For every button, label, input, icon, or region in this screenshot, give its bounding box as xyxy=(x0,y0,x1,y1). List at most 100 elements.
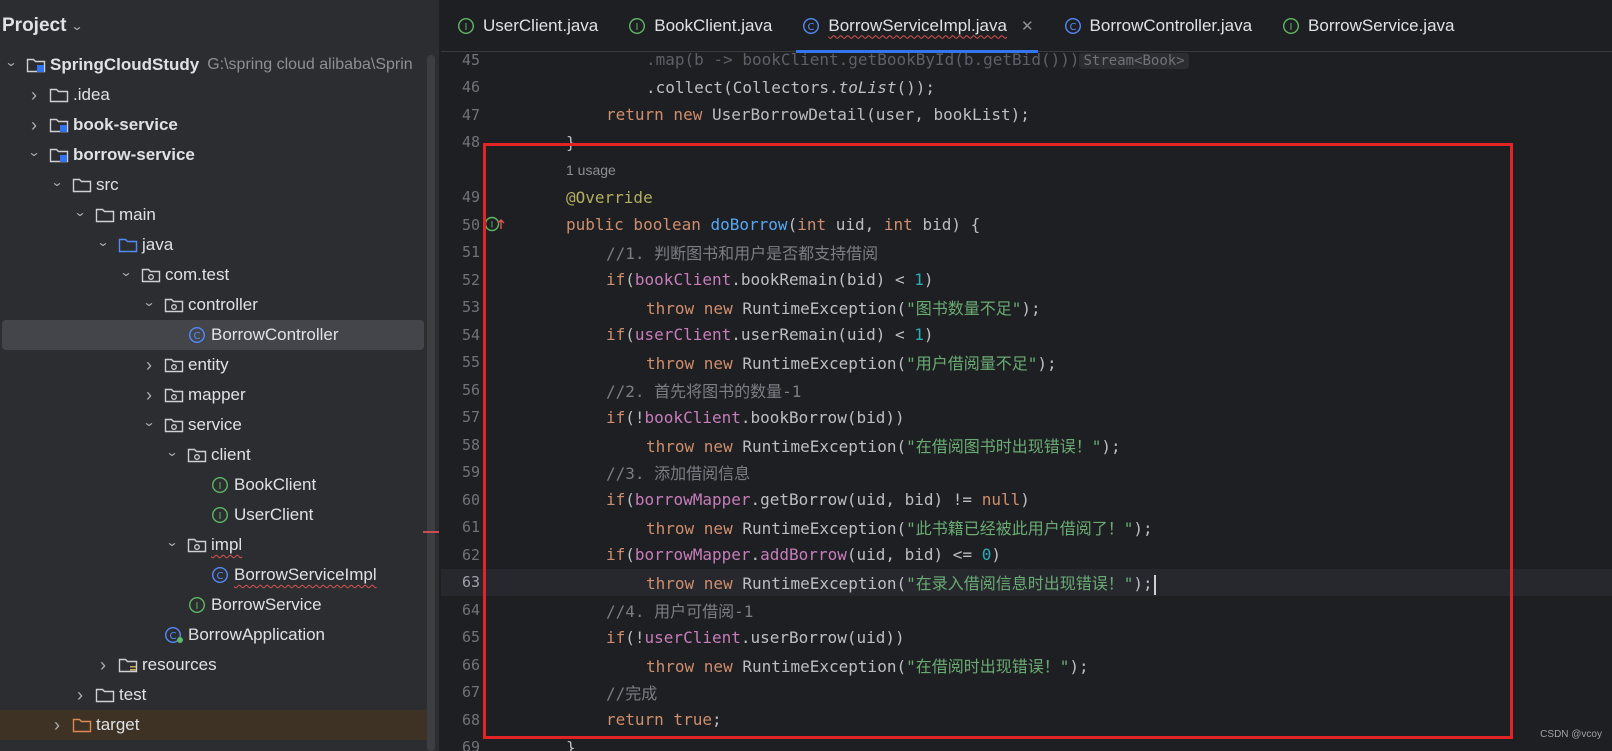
code-line[interactable]: 63 throw new RuntimeException("在录入借阅信息时出现… xyxy=(441,568,1612,596)
line-number: 49 xyxy=(461,188,480,207)
code-token: doBorrow xyxy=(710,215,788,235)
chevron-down-icon[interactable]: ⌄ xyxy=(163,535,181,549)
chevron-right-icon[interactable]: › xyxy=(142,355,156,376)
code-line[interactable]: 48} xyxy=(441,129,1612,157)
tree-item-userclient[interactable]: I UserClient xyxy=(0,500,430,530)
line-number: 47 xyxy=(461,105,480,124)
tree-item-borrowserviceimpl[interactable]: C BorrowServiceImpl xyxy=(0,560,430,590)
tree-item-controller[interactable]: ⌄ controller xyxy=(0,290,430,320)
code-line[interactable]: 64 //4. 用户可借阅-1 xyxy=(441,596,1612,624)
chevron-down-icon[interactable]: ⌄ xyxy=(71,205,89,219)
code-line[interactable]: 58 throw new RuntimeException("在借阅图书时出现错误… xyxy=(441,431,1612,459)
code-token: UserBorrowDetail(user, bookList); xyxy=(711,105,1030,125)
chevron-right-icon[interactable]: › xyxy=(73,685,87,706)
tree-item-borrowcontroller[interactable]: C BorrowController xyxy=(2,320,424,350)
code-line[interactable]: 51 //1. 判断图书和用户是否都支持借阅 xyxy=(441,239,1612,267)
chevron-right-icon[interactable]: › xyxy=(142,385,156,406)
tree-item-src[interactable]: ⌄ src xyxy=(0,170,430,200)
tab-borrowservice[interactable]: I BorrowService.java xyxy=(1266,0,1468,52)
tab-userclient[interactable]: I UserClient.java xyxy=(441,0,612,52)
tab-bookclient[interactable]: I BookClient.java xyxy=(612,0,786,52)
code-line[interactable]: 47 return new UserBorrowDetail(user, book… xyxy=(441,101,1612,129)
chevron-down-icon[interactable]: ⌄ xyxy=(25,145,43,159)
tree-item-idea[interactable]: › .idea xyxy=(0,80,430,110)
tree-item-impl[interactable]: ⌄ impl xyxy=(0,530,430,560)
tree-item-book-service[interactable]: › book-service xyxy=(0,110,430,140)
project-scrollbar[interactable] xyxy=(427,55,435,751)
chevron-right-icon[interactable]: › xyxy=(27,115,41,136)
code-line[interactable]: 54 if(userClient.userRemain(uid) < 1) xyxy=(441,321,1612,349)
chevron-down-icon[interactable]: ⌄ xyxy=(140,295,158,309)
package-icon xyxy=(164,416,184,434)
implements-icon[interactable]: I xyxy=(484,215,505,233)
tree-item-label: BookClient xyxy=(234,475,317,494)
tree-item-borrow-service[interactable]: ⌄ borrow-service xyxy=(0,140,430,170)
chevron-right-icon[interactable]: › xyxy=(27,85,41,106)
code-line[interactable]: 52 if(bookClient.bookRemain(bid) < 1) xyxy=(441,266,1612,294)
code-token: ); xyxy=(1021,299,1041,319)
gutter xyxy=(480,46,496,74)
chevron-right-icon[interactable]: › xyxy=(50,715,64,736)
tree-item-label: client xyxy=(211,445,251,464)
code-line[interactable]: 67 //完成 xyxy=(441,679,1612,707)
usage-hint[interactable]: 1 usage xyxy=(566,162,616,178)
tree-item-client[interactable]: ⌄ client xyxy=(0,440,430,470)
code-line[interactable]: 50 Ipublic boolean doBorrow(int uid, int … xyxy=(441,211,1612,239)
chevron-down-icon[interactable]: ⌄ xyxy=(48,175,66,189)
interface-icon: I xyxy=(457,17,475,35)
code-token: int xyxy=(883,215,923,235)
code-line[interactable]: 53 throw new RuntimeException("图书数量不足"); xyxy=(441,294,1612,322)
chevron-right-icon[interactable]: › xyxy=(96,655,110,676)
code-line[interactable]: 56 //2. 首先将图书的数量-1 xyxy=(441,376,1612,404)
code-line[interactable]: 1 usage xyxy=(441,156,1612,184)
code-line[interactable]: 66 throw new RuntimeException("在借阅时出现错误！"… xyxy=(441,651,1612,679)
code-line[interactable]: 46 .collect(Collectors.toList()); xyxy=(441,74,1612,102)
code-line[interactable]: 65 if(!userClient.userBorrow(uid)) xyxy=(441,624,1612,652)
tree-item-entity[interactable]: › entity xyxy=(0,350,430,380)
code-token: ( xyxy=(625,490,635,510)
tree-item-resources[interactable]: › resources xyxy=(0,650,430,680)
chevron-down-icon[interactable]: ⌄ xyxy=(140,415,158,429)
code-line[interactable]: 69} xyxy=(441,734,1612,751)
code-token: ( xyxy=(625,325,635,345)
code-line[interactable]: 68 return true; xyxy=(441,706,1612,734)
project-tree: ⌄ SpringCloudStudy G:\spring cloud alibaba… xyxy=(0,50,430,740)
tree-item-test[interactable]: › test xyxy=(0,680,430,710)
tree-item-service[interactable]: ⌄ service xyxy=(0,410,430,440)
code-text: .collect(Collectors.toList()); xyxy=(496,78,935,97)
tab-borrowcontroller[interactable]: C BorrowController.java xyxy=(1048,0,1267,52)
chevron-down-icon[interactable]: ⌄ xyxy=(94,235,112,249)
excluded-folder-icon xyxy=(72,716,92,734)
tree-item-borrowapplication[interactable]: C BorrowApplication xyxy=(0,620,430,650)
tree-item-main[interactable]: ⌄ main xyxy=(0,200,430,230)
tree-item-target[interactable]: › target xyxy=(0,710,430,740)
tree-item-java[interactable]: ⌄ java xyxy=(0,230,430,260)
chevron-down-icon[interactable]: ⌄ xyxy=(2,55,20,69)
code-token: //1. 判断图书和用户是否都支持借阅 xyxy=(606,244,879,264)
code-line[interactable]: 45 .map(b -> bookClient.getBookById(b.get… xyxy=(441,46,1612,74)
chevron-down-icon[interactable]: ⌄ xyxy=(71,19,84,33)
project-header[interactable]: Project ⌄ xyxy=(0,0,439,52)
chevron-down-icon[interactable]: ⌄ xyxy=(163,445,181,459)
gutter xyxy=(480,679,496,707)
tree-item-bookclient[interactable]: I BookClient xyxy=(0,470,430,500)
gutter xyxy=(480,156,496,184)
code-view[interactable]: 45 .map(b -> bookClient.getBookById(b.get… xyxy=(441,46,1612,751)
code-line[interactable]: 61 throw new RuntimeException("此书籍已经被此用户借… xyxy=(441,514,1612,542)
code-line[interactable]: 49 @Override xyxy=(441,184,1612,212)
tree-item-mapper[interactable]: › mapper xyxy=(0,380,430,410)
code-line[interactable]: 62 if(borrowMapper.addBorrow(uid, bid) <=… xyxy=(441,541,1612,569)
project-title[interactable]: Project xyxy=(2,15,66,37)
tab-label: BookClient.java xyxy=(654,15,773,35)
code-line[interactable]: 60 if(borrowMapper.getBorrow(uid, bid) !=… xyxy=(441,486,1612,514)
code-line[interactable]: 57 if(!bookClient.bookBorrow(bid)) xyxy=(441,404,1612,432)
close-icon[interactable]: ✕ xyxy=(1021,17,1034,35)
chevron-down-icon[interactable]: ⌄ xyxy=(117,265,135,279)
tree-item-borrowservice[interactable]: I BorrowService xyxy=(0,590,430,620)
code-line[interactable]: 55 throw new RuntimeException("用户借阅量不足"); xyxy=(441,349,1612,377)
tree-item-label: entity xyxy=(188,355,229,374)
tab-borrowserviceimpl[interactable]: C BorrowServiceImpl.java ✕ xyxy=(786,0,1047,53)
tree-item-com-test[interactable]: ⌄ com.test xyxy=(0,260,430,290)
tree-item-springcloudstudy[interactable]: ⌄ SpringCloudStudy G:\spring cloud alibaba… xyxy=(0,50,430,80)
code-line[interactable]: 59 //3. 添加借阅信息 xyxy=(441,459,1612,487)
